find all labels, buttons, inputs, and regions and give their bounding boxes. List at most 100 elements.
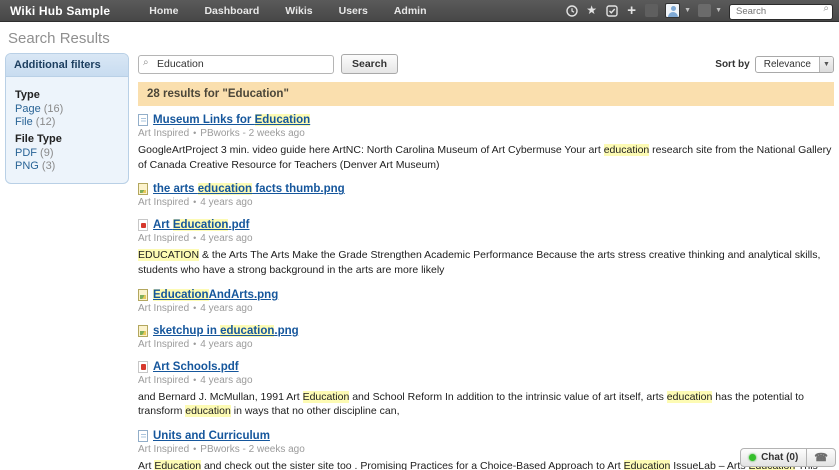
results-summary: 28 results for "Education" bbox=[138, 82, 834, 106]
filter-link-file[interactable]: File bbox=[15, 116, 33, 128]
star-icon[interactable]: ★ bbox=[585, 4, 598, 17]
account-menu-caret-icon[interactable]: ▼ bbox=[715, 7, 722, 14]
search-result-item: the arts education facts thumb.png Art I… bbox=[138, 183, 834, 208]
search-result-item: Units and Curriculum Art Inspired•PBwork… bbox=[138, 430, 834, 470]
navbar-right: ★ + ▼ ▼ ⌕ bbox=[565, 1, 833, 20]
filter-count: (9) bbox=[37, 147, 54, 159]
filter-count: (3) bbox=[39, 160, 56, 172]
result-timestamp: 4 years ago bbox=[200, 339, 252, 350]
chat-button[interactable]: Chat (0) bbox=[740, 448, 807, 467]
filter-link-png[interactable]: PNG bbox=[15, 160, 39, 172]
result-author: Art Inspired bbox=[138, 233, 189, 244]
online-status-dot bbox=[749, 454, 756, 461]
result-snippet: Art Education and check out the sister s… bbox=[138, 459, 834, 470]
filter-count: (16) bbox=[41, 103, 64, 115]
chevron-down-icon: ▼ bbox=[819, 57, 833, 72]
add-plus-icon[interactable]: + bbox=[625, 4, 638, 17]
navbar-search-input[interactable] bbox=[729, 4, 833, 20]
filter-group-title: Type bbox=[15, 89, 119, 101]
result-timestamp: PBworks - 2 weeks ago bbox=[200, 128, 305, 139]
result-timestamp: 4 years ago bbox=[200, 233, 252, 244]
filter-item-page: Page (16) bbox=[15, 103, 119, 115]
result-snippet: EDUCATION & the Arts The Arts Make the G… bbox=[138, 248, 834, 277]
result-snippet: and Bernard J. McMullan, 1991 Art Educat… bbox=[138, 390, 834, 419]
sort-selected-value: Relevance bbox=[756, 57, 819, 72]
search-input[interactable] bbox=[138, 55, 334, 74]
search-result-item: Museum Links for Education Art Inspired•… bbox=[138, 114, 834, 172]
nav-menu: HomeDashboardWikisUsersAdmin bbox=[136, 0, 439, 21]
result-title-link[interactable]: Art Schools.pdf bbox=[153, 361, 239, 373]
search-result-item: EducationAndArts.png Art Inspired•4 year… bbox=[138, 289, 834, 314]
app-title: Wiki Hub Sample bbox=[10, 4, 110, 18]
avatar[interactable] bbox=[665, 3, 680, 18]
search-icon: ⌕ bbox=[823, 3, 829, 14]
page-file-icon bbox=[138, 430, 148, 442]
navbar-search: ⌕ bbox=[729, 1, 833, 20]
result-title-link[interactable]: Art Education.pdf bbox=[153, 219, 249, 231]
filters-header: Additional filters bbox=[6, 54, 128, 77]
result-snippet: GoogleArtProject 3 min. video guide here… bbox=[138, 143, 834, 172]
result-byline: Art Inspired•4 years ago bbox=[138, 303, 834, 314]
result-byline: Art Inspired•4 years ago bbox=[138, 197, 834, 208]
result-title-link[interactable]: Units and Curriculum bbox=[153, 430, 270, 442]
filter-link-page[interactable]: Page bbox=[15, 103, 41, 115]
top-navbar: Wiki Hub Sample HomeDashboardWikisUsersA… bbox=[0, 0, 839, 22]
search-button[interactable]: Search bbox=[341, 54, 398, 74]
pdf-file-icon bbox=[138, 219, 148, 231]
nav-item-dashboard[interactable]: Dashboard bbox=[191, 0, 272, 22]
nav-item-admin[interactable]: Admin bbox=[381, 0, 440, 22]
nav-item-home[interactable]: Home bbox=[136, 0, 191, 22]
filter-group-title: File Type bbox=[15, 133, 119, 145]
page-file-icon bbox=[138, 114, 148, 126]
image-file-icon bbox=[138, 289, 148, 301]
result-timestamp: PBworks - 2 weeks ago bbox=[200, 444, 305, 455]
result-byline: Art Inspired•PBworks - 2 weeks ago bbox=[138, 444, 834, 455]
search-result-item: sketchup in education.png Art Inspired•4… bbox=[138, 325, 834, 350]
search-result-item: Art Education.pdf Art Inspired•4 years a… bbox=[138, 219, 834, 277]
results-main: ⌕ Search Sort by Relevance ▼ 28 results … bbox=[138, 53, 834, 470]
result-title-link[interactable]: the arts education facts thumb.png bbox=[153, 183, 345, 195]
result-title-link[interactable]: EducationAndArts.png bbox=[153, 289, 278, 301]
chat-button-label: Chat (0) bbox=[761, 452, 798, 463]
search-row: ⌕ Search Sort by Relevance ▼ bbox=[138, 54, 834, 74]
image-file-icon bbox=[138, 325, 148, 337]
result-byline: Art Inspired•PBworks - 2 weeks ago bbox=[138, 128, 834, 139]
result-title-link[interactable]: sketchup in education.png bbox=[153, 325, 299, 337]
filter-item-png: PNG (3) bbox=[15, 160, 119, 172]
result-author: Art Inspired bbox=[138, 339, 189, 350]
result-byline: Art Inspired•4 years ago bbox=[138, 375, 834, 386]
result-author: Art Inspired bbox=[138, 375, 189, 386]
result-author: Art Inspired bbox=[138, 303, 189, 314]
page-title: Search Results bbox=[0, 22, 839, 53]
result-author: Art Inspired bbox=[138, 128, 189, 139]
results-list: Museum Links for Education Art Inspired•… bbox=[138, 114, 834, 470]
tasks-checkbox-icon[interactable] bbox=[605, 4, 618, 17]
result-author: Art Inspired bbox=[138, 444, 189, 455]
filter-link-pdf[interactable]: PDF bbox=[15, 147, 37, 159]
filter-item-pdf: PDF (9) bbox=[15, 147, 119, 159]
clock-icon[interactable] bbox=[565, 4, 578, 17]
nav-item-wikis[interactable]: Wikis bbox=[272, 0, 325, 22]
phone-icon[interactable]: ☎ bbox=[807, 448, 836, 467]
search-icon: ⌕ bbox=[143, 57, 149, 68]
sort-dropdown[interactable]: Relevance ▼ bbox=[755, 56, 834, 73]
pdf-file-icon bbox=[138, 361, 148, 373]
result-byline: Art Inspired•4 years ago bbox=[138, 339, 834, 350]
image-file-icon bbox=[138, 183, 148, 195]
result-title-link[interactable]: Museum Links for Education bbox=[153, 114, 310, 126]
result-byline: Art Inspired•4 years ago bbox=[138, 233, 834, 244]
filters-body: TypePage (16)File (12)File TypePDF (9)PN… bbox=[6, 77, 128, 183]
dark-square-icon[interactable] bbox=[645, 4, 658, 17]
account-menu-icon[interactable] bbox=[698, 4, 711, 17]
filters-sidebar: Additional filters TypePage (16)File (12… bbox=[5, 53, 129, 470]
search-result-item: Art Schools.pdf Art Inspired•4 years ago… bbox=[138, 361, 834, 419]
filter-count: (12) bbox=[33, 116, 56, 128]
result-timestamp: 4 years ago bbox=[200, 197, 252, 208]
avatar-caret-icon[interactable]: ▼ bbox=[684, 7, 691, 14]
nav-item-users[interactable]: Users bbox=[326, 0, 381, 22]
result-timestamp: 4 years ago bbox=[200, 375, 252, 386]
result-author: Art Inspired bbox=[138, 197, 189, 208]
sort-by-label: Sort by bbox=[715, 59, 749, 70]
chat-widget: Chat (0) ☎ bbox=[740, 448, 836, 467]
filter-item-file: File (12) bbox=[15, 116, 119, 128]
